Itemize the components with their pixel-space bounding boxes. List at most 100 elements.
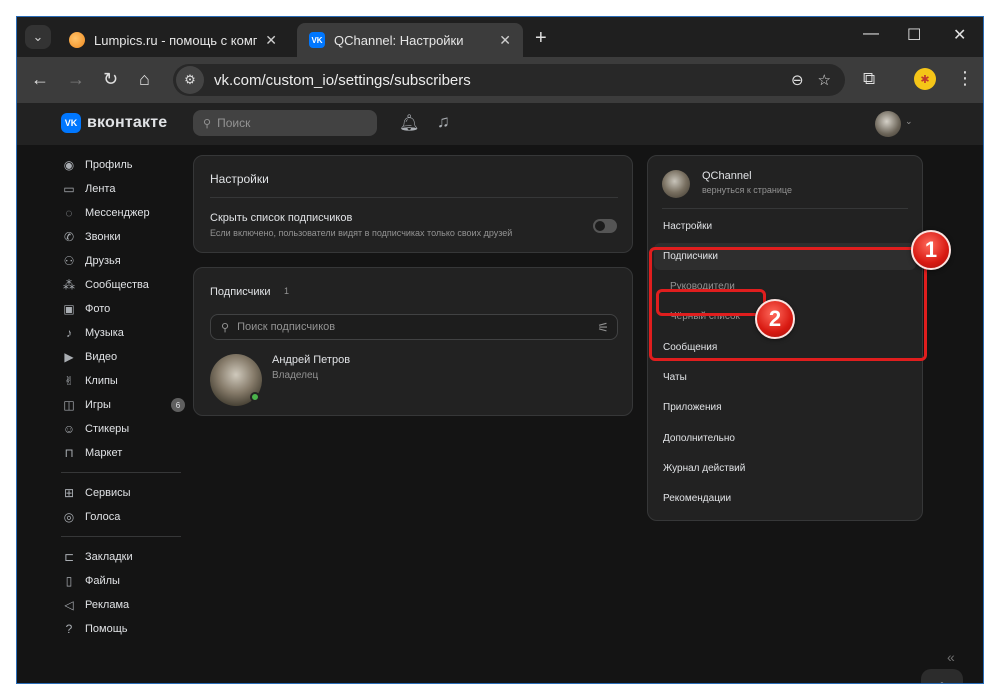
subscriber-name[interactable]: Андрей Петров [272,354,350,366]
feed-icon: ▭ [63,182,75,196]
vk-logo-text: вконтакте [87,114,168,131]
sidebar-item-music[interactable]: ♪ Музыка [61,321,185,345]
sidebar-item-messenger[interactable]: ◌ Мессенджер [61,201,185,225]
user-icon: ◉ [63,158,75,172]
settings-card-title: Настройки [210,172,269,186]
phone-icon: ✆ [63,230,75,244]
hide-subscribers-toggle[interactable] [593,219,617,233]
chat-bubble-icon[interactable]: ● [921,669,963,683]
sidebar-item-games[interactable]: ◫ Игры 6 [61,393,185,417]
card-divider [210,197,618,198]
filter-sliders-icon[interactable]: ⚟ [597,320,609,336]
address-bar[interactable]: ⚙ vk.com/custom_io/settings/subscribers … [173,64,845,96]
search-icon: ⚲ [221,321,230,334]
new-tab-button[interactable]: + [535,27,547,50]
site-settings-icon[interactable]: ⚙ [176,66,204,94]
sidebar-item-communities[interactable]: ⁂ Сообщества [61,273,185,297]
menu-item-label: Рекомендации [663,493,732,504]
close-window-button[interactable]: ✕ [953,25,966,45]
menu-item-label: Дополнительно [663,433,735,444]
annotation-box-2 [656,289,766,316]
sidebar-item-label: Профиль [85,159,133,171]
left-sidebar: ◉ Профиль ▭ Лента ◌ Мессенджер ✆ Звонки ⚇ Дру… [61,153,185,641]
sidebar-item-market[interactable]: ⊓ Маркет [61,441,185,465]
tab-title: Lumpics.ru - помощь с компьютером [94,32,257,48]
vk-header: VK вконтакте ⚲ Поиск 🔔︎ ♫ ⌄ [17,103,983,145]
close-icon[interactable]: ✕ [265,32,277,49]
collapse-sidebar-icon[interactable]: « [947,649,955,665]
menu-item-recommendations[interactable]: Рекомендации [654,485,916,512]
sidebar-item-clips[interactable]: ✌ Клипы [61,369,185,393]
subscribers-search-input[interactable]: ⚲ Поиск подписчиков ⚟ [210,314,618,340]
bookmark-star-icon[interactable]: ☆ [818,71,831,89]
sidebar-item-bookmarks[interactable]: ⊏ Закладки [61,545,185,569]
back-to-page-link[interactable]: вернуться к странице [702,185,792,195]
home-button[interactable]: ⌂ [139,69,150,90]
tab-qchannel[interactable]: VK QChannel: Настройки ✕ [297,23,523,57]
sidebar-item-stickers[interactable]: ☺ Стикеры [61,417,185,441]
sidebar-item-photos[interactable]: ▣ Фото [61,297,185,321]
sidebar-item-files[interactable]: ▯ Файлы [61,569,185,593]
hide-subscribers-option-desc: Если включено, пользователи видят в подп… [210,228,513,238]
search-placeholder: Поиск [217,116,251,130]
tab-search-button[interactable]: ⌄ [25,25,51,49]
sticker-icon: ☺ [62,422,76,436]
vk-favicon-icon: VK [309,32,325,48]
sidebar-item-label: Файлы [85,575,120,587]
back-button[interactable]: ← [31,69,49,90]
menu-item-additional[interactable]: Дополнительно [654,425,916,452]
sidebar-item-help[interactable]: ? Помощь [61,617,185,641]
minimize-button[interactable]: — [863,25,879,43]
forward-button[interactable]: → [67,69,85,90]
photo-icon: ▣ [63,302,75,316]
bookmark-icon: ⊏ [63,550,75,564]
url-text[interactable]: vk.com/custom_io/settings/subscribers [214,72,791,89]
vk-page: VK вконтакте ⚲ Поиск 🔔︎ ♫ ⌄ ◉ Профиль ▭ Ле… [17,103,983,683]
vk-logo[interactable]: VK вконтакте [61,113,167,133]
zoom-icon[interactable]: ⊖ [791,71,804,89]
notifications-bell-icon[interactable]: 🔔︎ [399,113,419,133]
close-icon[interactable]: ✕ [499,32,511,49]
sidebar-item-label: Игры [85,399,111,411]
sidebar-item-label: Фото [85,303,111,315]
music-player-icon[interactable]: ♫ [437,112,450,132]
sidebar-item-label: Маркет [85,447,123,459]
help-icon: ? [65,622,73,636]
sidebar-item-services[interactable]: ⊞ Сервисы [61,481,185,505]
browser-menu-icon[interactable]: ⋮ [956,68,974,89]
sidebar-item-label: Закладки [85,551,133,563]
sidebar-item-feed[interactable]: ▭ Лента [61,177,185,201]
sidebar-item-label: Стикеры [85,423,130,435]
sidebar-item-votes[interactable]: ◎ Голоса [61,505,185,529]
sidebar-item-calls[interactable]: ✆ Звонки [61,225,185,249]
sidebar-item-label: Звонки [85,231,121,243]
menu-item-action-log[interactable]: Журнал действий [654,455,916,482]
menu-divider [662,208,908,209]
menu-item-chats[interactable]: Чаты [654,364,916,391]
sidebar-item-label: Клипы [85,375,118,387]
chevron-down-icon[interactable]: ⌄ [905,116,913,127]
tab-title: QChannel: Настройки [334,32,464,48]
sidebar-item-profile[interactable]: ◉ Профиль [61,153,185,177]
music-icon: ♪ [66,326,72,340]
sidebar-item-label: Сервисы [85,487,131,499]
sidebar-item-friends[interactable]: ⚇ Друзья [61,249,185,273]
profile-avatar-icon[interactable]: ✱ [914,68,936,90]
subscribers-title: Подписчики [210,286,271,298]
sidebar-item-ads[interactable]: ◁ Реклама [61,593,185,617]
tab-lumpics[interactable]: Lumpics.ru - помощь с компьютером ✕ [57,23,289,57]
browser-toolbar: ← → ↻ ⌂ ⚙ vk.com/custom_io/settings/subs… [17,57,983,103]
user-avatar[interactable] [875,111,901,137]
extensions-icon[interactable]: ⧉ [863,69,875,89]
community-name[interactable]: QChannel [702,170,752,182]
menu-item-settings[interactable]: Настройки [654,213,916,240]
maximize-button[interactable]: ☐ [907,25,921,45]
vk-search-input[interactable]: ⚲ Поиск [193,110,377,136]
sidebar-item-video[interactable]: ▶ Видео [61,345,185,369]
annotation-badge-2: 2 [755,299,795,339]
reload-button[interactable]: ↻ [103,69,118,90]
chat-icon: ◌ [65,206,73,220]
menu-item-apps[interactable]: Приложения [654,394,916,421]
online-indicator [250,392,260,402]
community-avatar[interactable] [662,170,690,198]
